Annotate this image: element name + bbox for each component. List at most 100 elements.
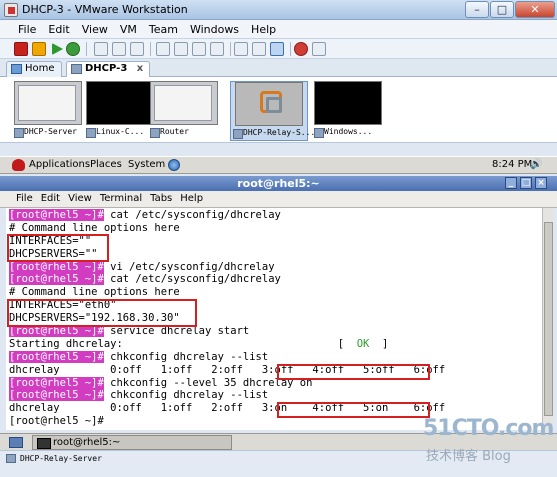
terminal-line: dhcrelay 0:off 1:off 2:off 3:on 4:off 5:… (9, 402, 446, 415)
terminal-minimize-button[interactable]: _ (505, 177, 517, 189)
vm-thumbnail[interactable]: Windows... (314, 81, 382, 141)
output-text: Starting dhcrelay: [ (9, 337, 357, 350)
vm-icon (6, 454, 16, 463)
terminal-menu-file[interactable]: File (12, 191, 37, 207)
vm-thumbnail-label: DHCP-Relay-S... (233, 128, 315, 139)
toolbar-separator (290, 42, 291, 56)
menu-help[interactable]: Help (245, 20, 282, 38)
vm-thumbnail[interactable]: Linux-C... (86, 81, 154, 141)
toolbar-separator (230, 42, 231, 56)
command-text: chkconfig dhcrelay --list (103, 389, 269, 402)
shell-prompt: [root@rhel5 ~]# (9, 389, 104, 402)
highlight-box-runlevels-on (277, 402, 430, 418)
menu-team[interactable]: Team (143, 20, 184, 38)
vm-preview (14, 81, 82, 125)
tab-home-label: Home (25, 63, 55, 74)
terminal-menu-view[interactable]: View (64, 191, 96, 207)
terminal-menu-help[interactable]: Help (176, 191, 207, 207)
watermark-brand: 51CTO.com (423, 416, 554, 441)
revert-snapshot-icon[interactable] (112, 42, 126, 56)
vm-thumbnail-label: Router (150, 127, 224, 138)
output-text: ] (369, 337, 389, 350)
terminal-menu-terminal[interactable]: Terminal (96, 191, 146, 207)
tab-dhcp-3[interactable]: DHCP-3 x (66, 61, 151, 77)
highlight-box-empty-config (7, 234, 109, 262)
suspend-icon[interactable] (32, 42, 46, 56)
vm-thumbnail-label: Linux-C... (86, 127, 160, 138)
terminal-title: root@rhel5:~ (237, 177, 320, 190)
power-on-icon[interactable] (52, 43, 63, 55)
close-button[interactable]: ✕ (515, 1, 555, 18)
web-browser-icon[interactable] (168, 159, 180, 171)
terminal-scrollbar[interactable] (542, 208, 553, 430)
vm-thumbnail-selected[interactable]: DHCP-Relay-S... (230, 81, 315, 141)
vmware-icon (4, 3, 18, 17)
console-view-icon[interactable] (192, 42, 206, 56)
command-text: cat /etc/sysconfig/dhcrelay (103, 209, 281, 221)
clock[interactable]: 8:24 PM (492, 159, 532, 170)
terminal-maximize-button[interactable]: □ (520, 177, 532, 189)
highlight-box-runlevels-off (277, 364, 430, 380)
reset-icon[interactable] (66, 42, 80, 56)
menu-view[interactable]: View (76, 20, 114, 38)
shell-prompt: [root@rhel5 ~]# (9, 273, 104, 286)
menu-edit[interactable]: Edit (42, 20, 75, 38)
replay-icon[interactable] (312, 42, 326, 56)
show-desktop-icon[interactable] (9, 437, 23, 448)
full-screen-icon[interactable] (234, 42, 248, 56)
vm-thumbnail-icon[interactable] (270, 42, 284, 56)
snapshot-manager-icon[interactable] (130, 42, 144, 56)
tab-dhcp-3-label: DHCP-3 (85, 63, 128, 74)
scrollbar-thumb[interactable] (544, 222, 553, 416)
terminal-line: # Command line options here (9, 286, 180, 299)
menu-windows[interactable]: Windows (184, 20, 245, 38)
terminal-line: [root@rhel5 ~]# chkconfig dhcrelay --lis… (9, 350, 542, 364)
terminal-line: [root@rhel5 ~]# cat /etc/sysconfig/dhcre… (9, 273, 542, 286)
shell-prompt: [root@rhel5 ~]# (9, 376, 104, 389)
maximize-button[interactable]: □ (490, 1, 514, 18)
menu-vm[interactable]: VM (114, 20, 143, 38)
vm-thumbnail-label: DHCP-Server (14, 127, 88, 138)
vm-thumbnail-label: Windows... (314, 127, 388, 138)
record-icon[interactable] (294, 42, 308, 56)
terminal-output[interactable]: [root@rhel5 ~]# cat /etc/sysconfig/dhcre… (6, 208, 542, 430)
terminal-menu-edit[interactable]: Edit (37, 191, 64, 207)
system-menu[interactable]: System (128, 159, 165, 170)
volume-icon[interactable]: 🔊 (530, 159, 542, 170)
vm-thumbnail[interactable]: DHCP-Server (14, 81, 82, 141)
terminal-titlebar: root@rhel5:~ _ □ × (0, 176, 557, 191)
applications-menu[interactable]: Applications (29, 159, 90, 170)
shell-prompt: [root@rhel5 ~]# (9, 209, 104, 221)
quick-switch-icon[interactable] (174, 42, 188, 56)
vm-icon (71, 64, 82, 74)
places-menu[interactable]: Places (90, 159, 122, 170)
shell-prompt: [root@rhel5 ~]# (9, 260, 104, 273)
command-text: chkconfig dhcrelay --list (103, 350, 269, 363)
menu-file[interactable]: File (12, 20, 42, 38)
terminal-menubar: File Edit View Terminal Tabs Help (0, 191, 557, 208)
vm-thumbnail[interactable]: Router (150, 81, 218, 141)
ok-status: OK (356, 337, 370, 350)
terminal-close-button[interactable]: × (535, 177, 547, 189)
close-tab-icon[interactable]: x (137, 63, 143, 74)
power-off-icon[interactable] (14, 42, 28, 56)
home-icon (11, 64, 22, 74)
terminal-menu-tabs[interactable]: Tabs (146, 191, 176, 207)
vm-preview (150, 81, 218, 125)
terminal-line: dhcrelay 0:off 1:off 2:off 3:off 4:off 5… (9, 363, 446, 376)
unity-icon[interactable] (210, 42, 224, 56)
command-text: vi /etc/sysconfig/dhcrelay (103, 260, 275, 273)
tab-home[interactable]: Home (6, 61, 62, 77)
vm-thumbnail-bar: DHCP-Server Linux-C... Router DHCP-Relay… (0, 77, 557, 143)
terminal-line: [root@rhel5 ~]# chkconfig dhcrelay --lis… (9, 389, 542, 402)
snapshot-icon[interactable] (94, 42, 108, 56)
minimize-button[interactable]: – (465, 1, 489, 18)
menubar: File Edit View VM Team Windows Help (0, 20, 557, 39)
terminal-line: [root@rhel5 ~]# vi /etc/sysconfig/dhcrel… (9, 260, 542, 274)
taskbar-terminal-button[interactable]: root@rhel5:~ (32, 435, 232, 450)
command-text: cat /etc/sysconfig/dhcrelay (103, 273, 281, 286)
redhat-icon (12, 159, 25, 171)
gnome-top-panel: Applications Places System 8:24 PM 🔊 (0, 156, 557, 174)
thumbnail-bar-icon[interactable] (252, 42, 266, 56)
sidebar-toggle-icon[interactable] (156, 42, 170, 56)
